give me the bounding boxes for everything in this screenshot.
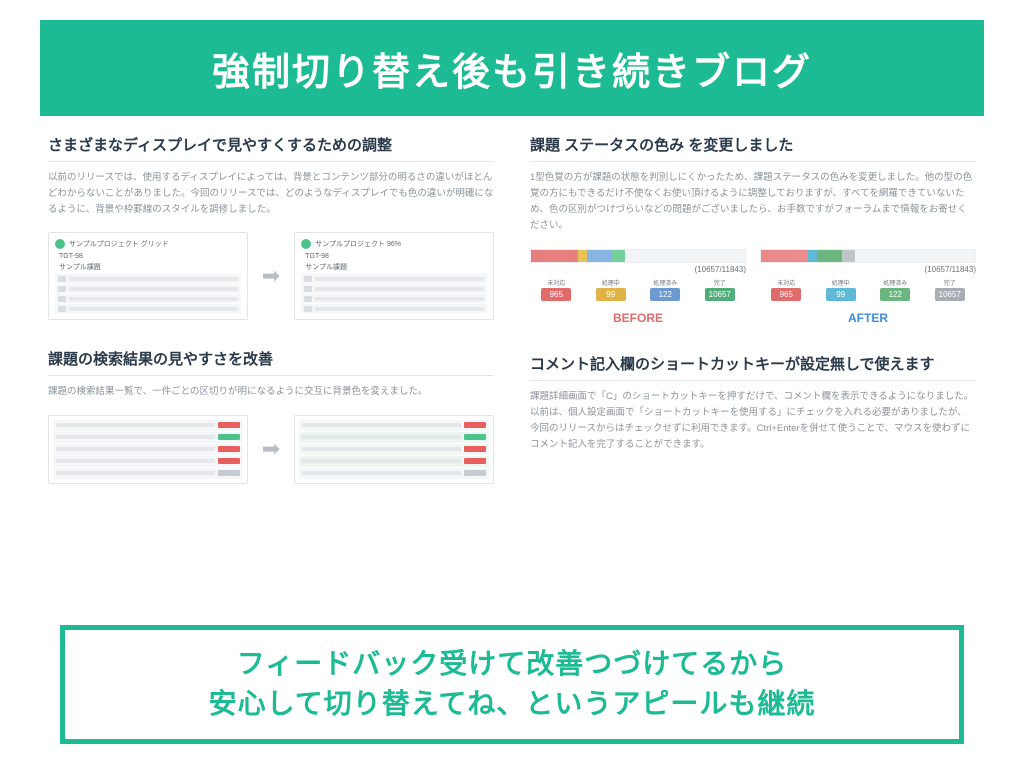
content-columns: さまざまなディスプレイで見やすくするための調整 以前のリリースでは、使用するディ… [0,96,1024,484]
right-column: 課題 ステータスの色み を変更しました 1型色覚の方が課題の状態を判別しにくかっ… [530,134,976,484]
screenshot-before: サンプルプロジェクト グリッド TGT-98 サンプル課題 [48,232,248,320]
article-title: 課題の検索結果の見やすさを改善 [48,348,494,376]
article-status-color: 課題 ステータスの色み を変更しました 1型色覚の方が課題の状態を判別しにくかっ… [530,134,976,325]
article-title: コメント記入欄のショートカットキーが設定無しで使えます [530,353,976,381]
status-count: (10657/11843) [530,265,746,274]
screenshot-after [294,415,494,484]
chip-label: 未対応 [777,278,795,287]
issue-id: TGT-98 [305,253,487,260]
slide-header: 強制切り替え後も引き続きブログ [40,20,984,116]
chip-label: 完了 [714,278,726,287]
status-count: (10657/11843) [760,265,976,274]
chip-label: 処理中 [602,278,620,287]
chip-label: 処理済み [653,278,677,287]
issue-title: サンプル課題 [59,262,241,272]
before-label: BEFORE [530,311,746,325]
before-after-shots: サンプルプロジェクト グリッド TGT-98 サンプル課題 ➡ サンプルプロジェ… [48,232,494,320]
chip-value: 99 [596,288,626,301]
left-column: さまざまなディスプレイで見やすくするための調整 以前のリリースでは、使用するディ… [48,134,494,484]
article-display-adjust: さまざまなディスプレイで見やすくするための調整 以前のリリースでは、使用するディ… [48,134,494,320]
chip-label: 処理済み [883,278,907,287]
screenshot-before [48,415,248,484]
article-shortcut: コメント記入欄のショートカットキーが設定無しで使えます 課題詳細画面で「C」のシ… [530,353,976,454]
chip-value: 965 [771,288,801,301]
article-title: さまざまなディスプレイで見やすくするための調整 [48,134,494,162]
issue-title: サンプル課題 [305,262,487,272]
status-before-after: (10657/11843) 未対応965 処理中99 処理済み122 完了106… [530,249,976,325]
chip-value: 122 [880,288,910,301]
footer-callout: フィードバック受けて改善つづけてるから 安心して切り替えてね、というアピールも継… [60,625,964,744]
chip-value: 965 [541,288,571,301]
arrow-right-icon: ➡ [262,263,280,289]
project-icon [301,239,311,249]
article-body: 1型色覚の方が課題の状態を判別しにくかったため、課題ステータスの色みを変更しまし… [530,170,976,235]
article-body: 課題詳細画面で「C」のショートカットキーを押すだけで、コメント欄を表示できるよう… [530,389,976,454]
chip-value: 10657 [935,288,965,301]
article-title: 課題 ステータスの色み を変更しました [530,134,976,162]
chip-label: 完了 [944,278,956,287]
article-body: 課題の検索結果一覧で、一件ごとの区切りが明になるように交互に背景色を変えました。 [48,384,494,400]
callout-line1: フィードバック受けて改善つづけてるから [83,644,941,685]
screenshot-after: サンプルプロジェクト 96% TGT-98 サンプル課題 [294,232,494,320]
status-before: (10657/11843) 未対応965 処理中99 処理済み122 完了106… [530,249,746,325]
slide-title: 強制切り替え後も引き続きブログ [212,41,812,96]
before-after-shots: ➡ [48,415,494,484]
issue-id: TGT-98 [59,253,241,260]
chip-value: 99 [826,288,856,301]
article-search-results: 課題の検索結果の見やすさを改善 課題の検索結果一覧で、一件ごとの区切りが明になる… [48,348,494,483]
project-icon [55,239,65,249]
arrow-right-icon: ➡ [262,436,280,462]
article-body: 以前のリリースでは、使用するディスプレイによっては、背景とコンテンツ部分の明るさ… [48,170,494,218]
project-label: サンプルプロジェクト 96% [315,239,401,249]
chip-label: 処理中 [832,278,850,287]
callout-line2: 安心して切り替えてね、というアピールも継続 [83,684,941,725]
chip-value: 10657 [705,288,735,301]
project-label: サンプルプロジェクト グリッド [69,239,169,249]
after-label: AFTER [760,311,976,325]
status-after: (10657/11843) 未対応965 処理中99 処理済み122 完了106… [760,249,976,325]
chip-label: 未対応 [547,278,565,287]
chip-value: 122 [650,288,680,301]
